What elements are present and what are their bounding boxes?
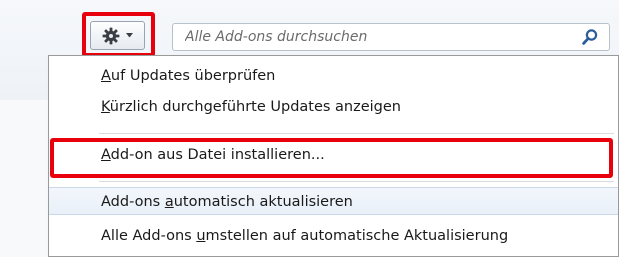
menu-separator	[99, 181, 614, 182]
gear-icon	[102, 27, 120, 45]
menu-item-reset-auto-update[interactable]: Alle Add-ons umstellen auf automatische …	[49, 222, 618, 250]
search-input[interactable]	[173, 24, 575, 50]
chevron-down-icon	[126, 33, 133, 38]
tools-menu-button[interactable]	[90, 21, 145, 50]
menu-separator	[99, 133, 614, 134]
menu-item-auto-update[interactable]: Add-ons automatisch aktualisieren	[49, 187, 618, 215]
search-box[interactable]	[172, 23, 610, 51]
search-icon[interactable]	[581, 28, 599, 50]
sidebar-background	[0, 100, 52, 257]
menu-item-install-from-file[interactable]: Add-on aus Datei installieren...	[49, 141, 618, 169]
menu-item-show-recent-updates[interactable]: Kürzlich durchgeführte Updates anzeigen	[49, 93, 618, 121]
menu-item-check-updates[interactable]: Auf Updates überprüfen	[49, 62, 618, 90]
tools-dropdown-menu: Auf Updates überprüfen Kürzlich durchgef…	[48, 55, 619, 257]
